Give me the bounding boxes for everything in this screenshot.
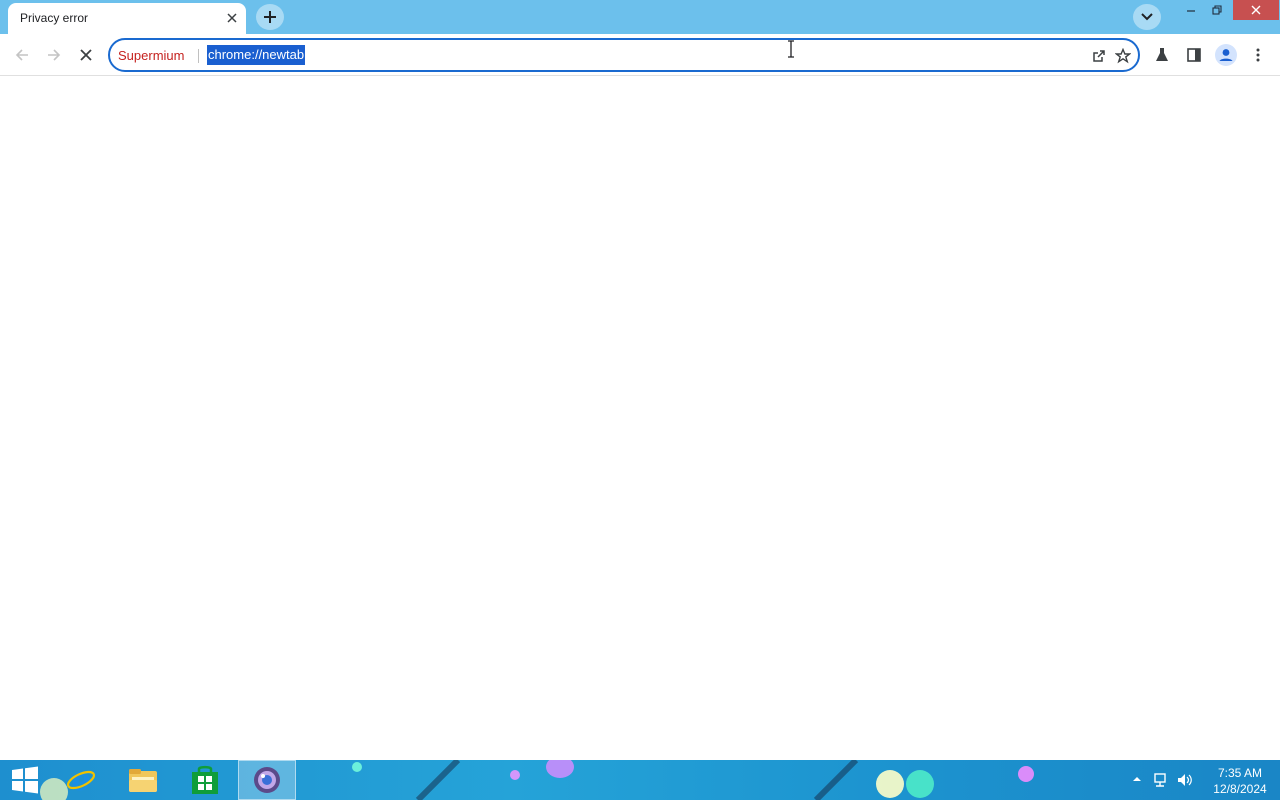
tab-privacy-error[interactable]: Privacy error: [8, 3, 246, 34]
tab-title: Privacy error: [20, 11, 89, 25]
kebab-menu-icon: [1256, 48, 1260, 62]
omnibox-separator: [198, 49, 199, 63]
internet-explorer-icon: e: [66, 765, 96, 795]
tab-strip: Privacy error: [0, 0, 1280, 34]
plus-icon: [264, 11, 276, 23]
forward-button[interactable]: [41, 42, 67, 68]
url-text-selected[interactable]: chrome://newtab: [207, 45, 306, 65]
side-panel-icon: [1187, 48, 1201, 62]
supermium-taskbar-button[interactable]: [238, 760, 296, 800]
browser-toolbar: Supermium chrome://newtab: [0, 34, 1280, 76]
page-content: [0, 77, 1280, 760]
stop-button[interactable]: [73, 42, 99, 68]
svg-text:e: e: [71, 765, 90, 795]
show-hidden-icons-icon[interactable]: [1131, 773, 1143, 785]
window-close-button[interactable]: [1233, 0, 1279, 20]
new-tab-button[interactable]: [256, 4, 284, 30]
store-button[interactable]: [176, 760, 234, 800]
taskbar: e 7:35 AM 12/8/2024: [0, 760, 1280, 800]
internet-explorer-button[interactable]: e: [52, 760, 110, 800]
minimize-icon: [1187, 10, 1195, 12]
tab-search-button[interactable]: [1133, 4, 1161, 30]
store-icon: [192, 765, 218, 794]
close-icon[interactable]: [224, 10, 240, 26]
share-icon: [1093, 50, 1105, 62]
folder-icon: [129, 769, 157, 792]
origin-label: Supermium: [118, 48, 185, 63]
back-arrow-icon: [15, 49, 28, 61]
close-icon: [1251, 5, 1261, 15]
clock[interactable]: 7:35 AM 12/8/2024: [1202, 765, 1278, 797]
menu-button[interactable]: [1245, 42, 1271, 68]
windows-logo-icon: [12, 766, 38, 794]
labs-button[interactable]: [1149, 42, 1175, 68]
share-button[interactable]: [1088, 45, 1110, 67]
profile-button[interactable]: [1213, 42, 1239, 68]
bookmark-button[interactable]: [1112, 45, 1134, 67]
restore-button[interactable]: [1204, 0, 1230, 20]
file-explorer-button[interactable]: [114, 760, 172, 800]
clock-date: 12/8/2024: [1213, 782, 1267, 796]
chevron-down-icon: [1141, 13, 1153, 21]
text-cursor-icon: [788, 40, 794, 58]
network-icon[interactable]: [1152, 772, 1170, 788]
star-icon: [1115, 48, 1131, 64]
stop-icon: [80, 49, 92, 61]
back-button[interactable]: [9, 42, 35, 68]
clock-time: 7:35 AM: [1217, 766, 1263, 780]
side-panel-button[interactable]: [1181, 42, 1207, 68]
volume-icon[interactable]: [1176, 772, 1194, 788]
supermium-icon: [254, 767, 280, 793]
start-button[interactable]: [0, 760, 50, 800]
address-bar[interactable]: Supermium chrome://newtab: [108, 38, 1140, 72]
profile-icon: [1215, 44, 1237, 66]
flask-icon: [1156, 48, 1168, 61]
forward-arrow-icon: [48, 49, 61, 61]
restore-icon: [1212, 5, 1222, 15]
minimize-button[interactable]: [1178, 0, 1204, 20]
